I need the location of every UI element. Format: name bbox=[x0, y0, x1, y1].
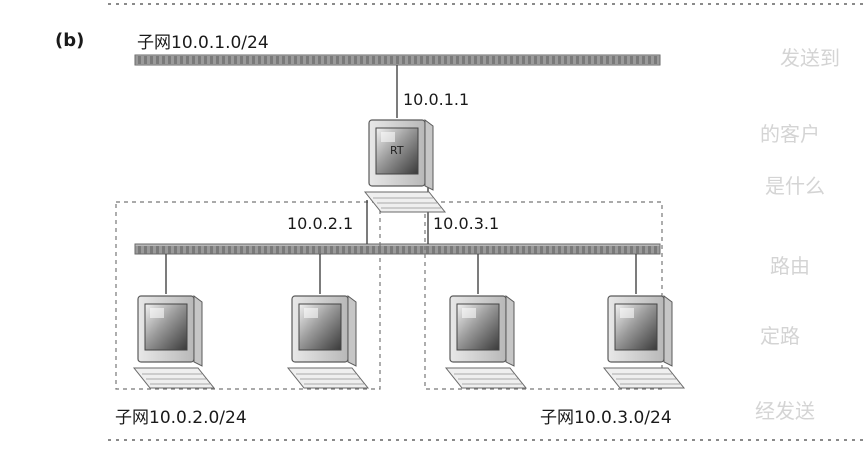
host-computer-icon-2 bbox=[287, 295, 369, 389]
subnet-top-label: 子网10.0.1.0/24 bbox=[137, 33, 269, 53]
router-label: RT bbox=[390, 144, 404, 157]
router-ip-left: 10.0.2.1 bbox=[287, 214, 354, 233]
host-computer-icon-3 bbox=[445, 295, 527, 389]
network-diagram: 发送到 的客户 是什么 路由 定路 经发送 RT (b) 子网10.0.1.0/… bbox=[0, 0, 865, 458]
host-computer-icon-1 bbox=[133, 295, 215, 389]
panel-label: (b) bbox=[55, 30, 85, 51]
router-computer-icon: RT bbox=[364, 119, 446, 213]
subnet-right-label: 子网10.0.3.0/24 bbox=[540, 408, 672, 428]
host-computer-icon-4 bbox=[603, 295, 685, 389]
router-ip-top: 10.0.1.1 bbox=[403, 90, 470, 109]
bus-subnet-1 bbox=[134, 54, 661, 66]
subnet-left-label: 子网10.0.2.0/24 bbox=[115, 408, 247, 428]
router-ip-right: 10.0.3.1 bbox=[433, 214, 500, 233]
bus-shared bbox=[134, 243, 661, 255]
